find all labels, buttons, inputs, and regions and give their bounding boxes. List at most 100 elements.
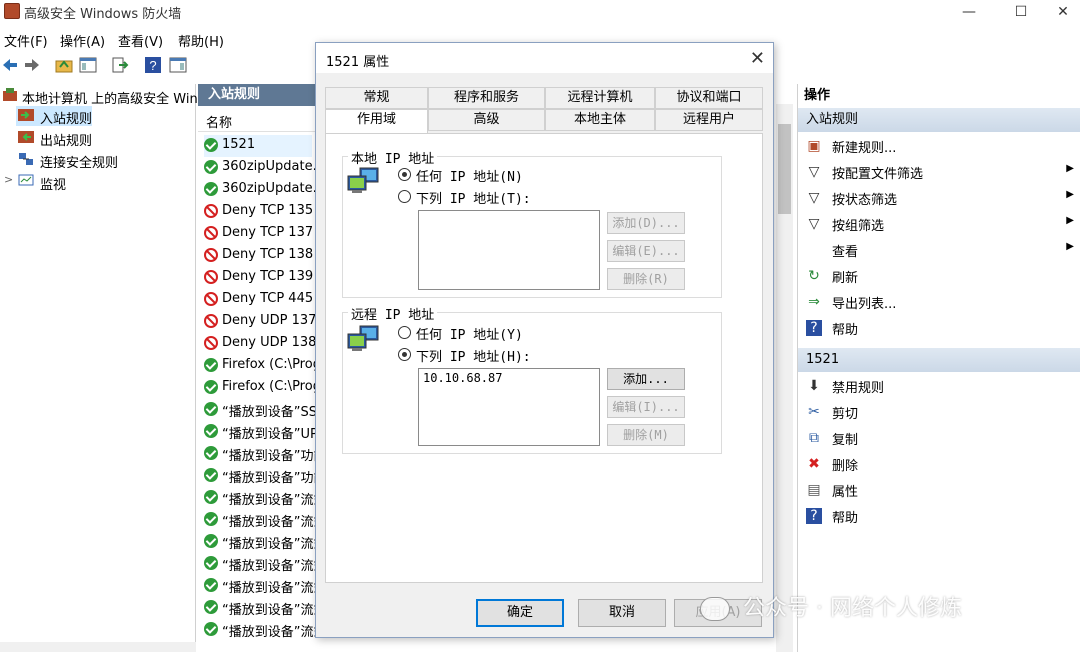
tab-programs-services[interactable]: 程序和服务 xyxy=(428,87,545,109)
local-ip-listbox[interactable] xyxy=(418,210,600,290)
action-item[interactable]: 查看 ▶ xyxy=(806,238,1076,262)
rule-name: Firefox (C:\Prog xyxy=(222,357,315,372)
action-item[interactable]: ↻ 刷新 xyxy=(806,264,1076,288)
tree-item-inbound-rules[interactable]: 入站规则 xyxy=(16,106,92,127)
radio-indicator xyxy=(398,326,411,339)
help-icon[interactable]: ? xyxy=(143,55,163,75)
watermark: 公众号 · 网络个人修炼 xyxy=(700,590,962,622)
tab-protocols-ports[interactable]: 协议和端口 xyxy=(655,87,763,109)
title-bar: 高级安全 Windows 防火墙 — ☐ ✕ xyxy=(0,0,1080,24)
filter-icon: ▽ xyxy=(808,190,820,206)
rule-name: “播放到设备”功能 xyxy=(222,471,315,486)
svg-text:?: ? xyxy=(149,58,156,73)
window-title: 高级安全 Windows 防火墙 xyxy=(24,7,182,22)
refresh-icon: ↻ xyxy=(808,268,820,284)
allow-rule-icon xyxy=(204,578,218,592)
show-hide-action-pane-icon[interactable] xyxy=(168,55,188,75)
local-add-button[interactable]: 添加(D)... xyxy=(607,212,685,234)
rule-name: Deny TCP 135 xyxy=(222,203,314,218)
column-header-name[interactable]: 名称 xyxy=(198,112,315,132)
menu-file[interactable]: 文件(F) xyxy=(4,31,48,50)
firewall-icon xyxy=(3,88,17,101)
deny-rule-icon xyxy=(204,248,218,262)
actions-section-rule-1521[interactable]: 1521 xyxy=(798,348,1080,372)
properties-icon: ▤ xyxy=(807,482,821,498)
maximize-button[interactable]: ☐ xyxy=(998,1,1044,23)
dialog-close-icon[interactable]: ✕ xyxy=(750,48,765,69)
remote-remove-button[interactable]: 删除(M) xyxy=(607,424,685,446)
tree-item-label: 监视 xyxy=(40,178,67,193)
ok-button[interactable]: 确定 xyxy=(476,599,564,627)
actions-section-inbound-rules[interactable]: 入站规则 xyxy=(798,108,1080,132)
export-list-icon[interactable] xyxy=(110,55,130,75)
dialog-title-bar: 1521 属性 ✕ xyxy=(316,43,773,73)
expand-chevron-icon[interactable]: > xyxy=(4,173,13,186)
scrollbar-thumb[interactable] xyxy=(778,124,791,214)
rule-name: Deny TCP 139 xyxy=(222,269,314,284)
rules-vertical-scrollbar[interactable] xyxy=(776,104,793,652)
rule-row[interactable]: 1521 xyxy=(204,135,312,157)
remote-ip-entry[interactable]: 10.10.68.87 xyxy=(423,371,595,385)
tab-local-principals[interactable]: 本地主体 xyxy=(545,109,655,131)
action-label: 属性 xyxy=(832,485,859,500)
rule-name: Deny TCP 445 xyxy=(222,291,314,306)
action-item[interactable]: ▽ 按状态筛选 ▶ xyxy=(806,186,1076,210)
tab-remote-users[interactable]: 远程用户 xyxy=(655,109,763,131)
firewall-app-icon xyxy=(4,3,20,19)
rule-name: 1521 xyxy=(222,137,256,152)
remote-add-button[interactable]: 添加... xyxy=(607,368,685,390)
help-icon: ? xyxy=(806,320,822,336)
deny-rule-icon xyxy=(204,204,218,218)
allow-rule-icon xyxy=(204,446,218,460)
action-item[interactable]: ▽ 按配置文件筛选 ▶ xyxy=(806,160,1076,184)
action-item[interactable]: ⬇ 禁用规则 xyxy=(806,374,1076,398)
submenu-arrow-icon: ▶ xyxy=(1066,241,1074,252)
remote-edit-button[interactable]: 编辑(I)... xyxy=(607,396,685,418)
tab-remote-computers[interactable]: 远程计算机 xyxy=(545,87,655,109)
deny-rule-icon xyxy=(204,270,218,284)
rule-name: 360zipUpdate.e xyxy=(222,181,315,196)
menu-action[interactable]: 操作(A) xyxy=(60,31,105,50)
computer-network-icon xyxy=(347,325,379,351)
action-item[interactable]: ⧉ 复制 xyxy=(806,426,1076,450)
action-label: 复制 xyxy=(832,433,859,448)
remote-ip-listbox[interactable]: 10.10.68.87 xyxy=(418,368,600,446)
menu-help[interactable]: 帮助(H) xyxy=(178,31,224,50)
inbound-rules-icon xyxy=(18,109,34,121)
forward-icon[interactable] xyxy=(22,55,42,75)
action-item[interactable]: ▤ 属性 xyxy=(806,478,1076,502)
cut-icon: ✂ xyxy=(808,404,820,420)
action-item[interactable]: ? 帮助 xyxy=(806,504,1076,528)
rule-properties-dialog: 1521 属性 ✕ 常规 程序和服务 远程计算机 协议和端口 作用域 高级 本地… xyxy=(315,42,774,638)
minimize-button[interactable]: — xyxy=(946,1,992,23)
tree-horizontal-scrollbar[interactable] xyxy=(0,642,196,652)
radio-selected-indicator xyxy=(398,168,411,181)
local-remove-button[interactable]: 删除(R) xyxy=(607,268,685,290)
actions-title: 操作 xyxy=(804,88,831,103)
action-item[interactable]: ▣ 新建规则... xyxy=(806,134,1076,158)
action-item[interactable]: ✖ 删除 xyxy=(806,452,1076,476)
action-item[interactable]: ? 帮助 xyxy=(806,316,1076,340)
action-item[interactable]: ✂ 剪切 xyxy=(806,400,1076,424)
tree-item-label: 出站规则 xyxy=(40,134,93,149)
action-label: 新建规则... xyxy=(832,141,897,156)
allow-rule-icon xyxy=(204,534,218,548)
actions-pane: 操作 入站规则 ▣ 新建规则... ▽ 按配置文件筛选 ▶ ▽ 按状态筛选 ▶ ▽ 按组筛选 ▶ 查看… xyxy=(797,84,1080,652)
action-label: 剪切 xyxy=(832,407,859,422)
tab-general[interactable]: 常规 xyxy=(325,87,428,109)
allow-rule-icon xyxy=(204,622,218,636)
tab-advanced[interactable]: 高级 xyxy=(428,109,545,131)
menu-view[interactable]: 查看(V) xyxy=(118,31,163,50)
tab-scope[interactable]: 作用域 xyxy=(325,109,428,133)
action-item[interactable]: ⇒ 导出列表... xyxy=(806,290,1076,314)
close-window-button[interactable]: ✕ xyxy=(1040,1,1080,23)
local-edit-button[interactable]: 编辑(E)... xyxy=(607,240,685,262)
cancel-button[interactable]: 取消 xyxy=(578,599,666,627)
rule-name: Deny UDP 137 xyxy=(222,313,315,328)
action-item[interactable]: ▽ 按组筛选 ▶ xyxy=(806,212,1076,236)
up-folder-icon[interactable] xyxy=(54,55,74,75)
show-hide-tree-icon[interactable] xyxy=(78,55,98,75)
filter-icon: ▽ xyxy=(808,164,820,180)
back-icon[interactable] xyxy=(0,55,20,75)
action-label: 帮助 xyxy=(832,511,859,526)
